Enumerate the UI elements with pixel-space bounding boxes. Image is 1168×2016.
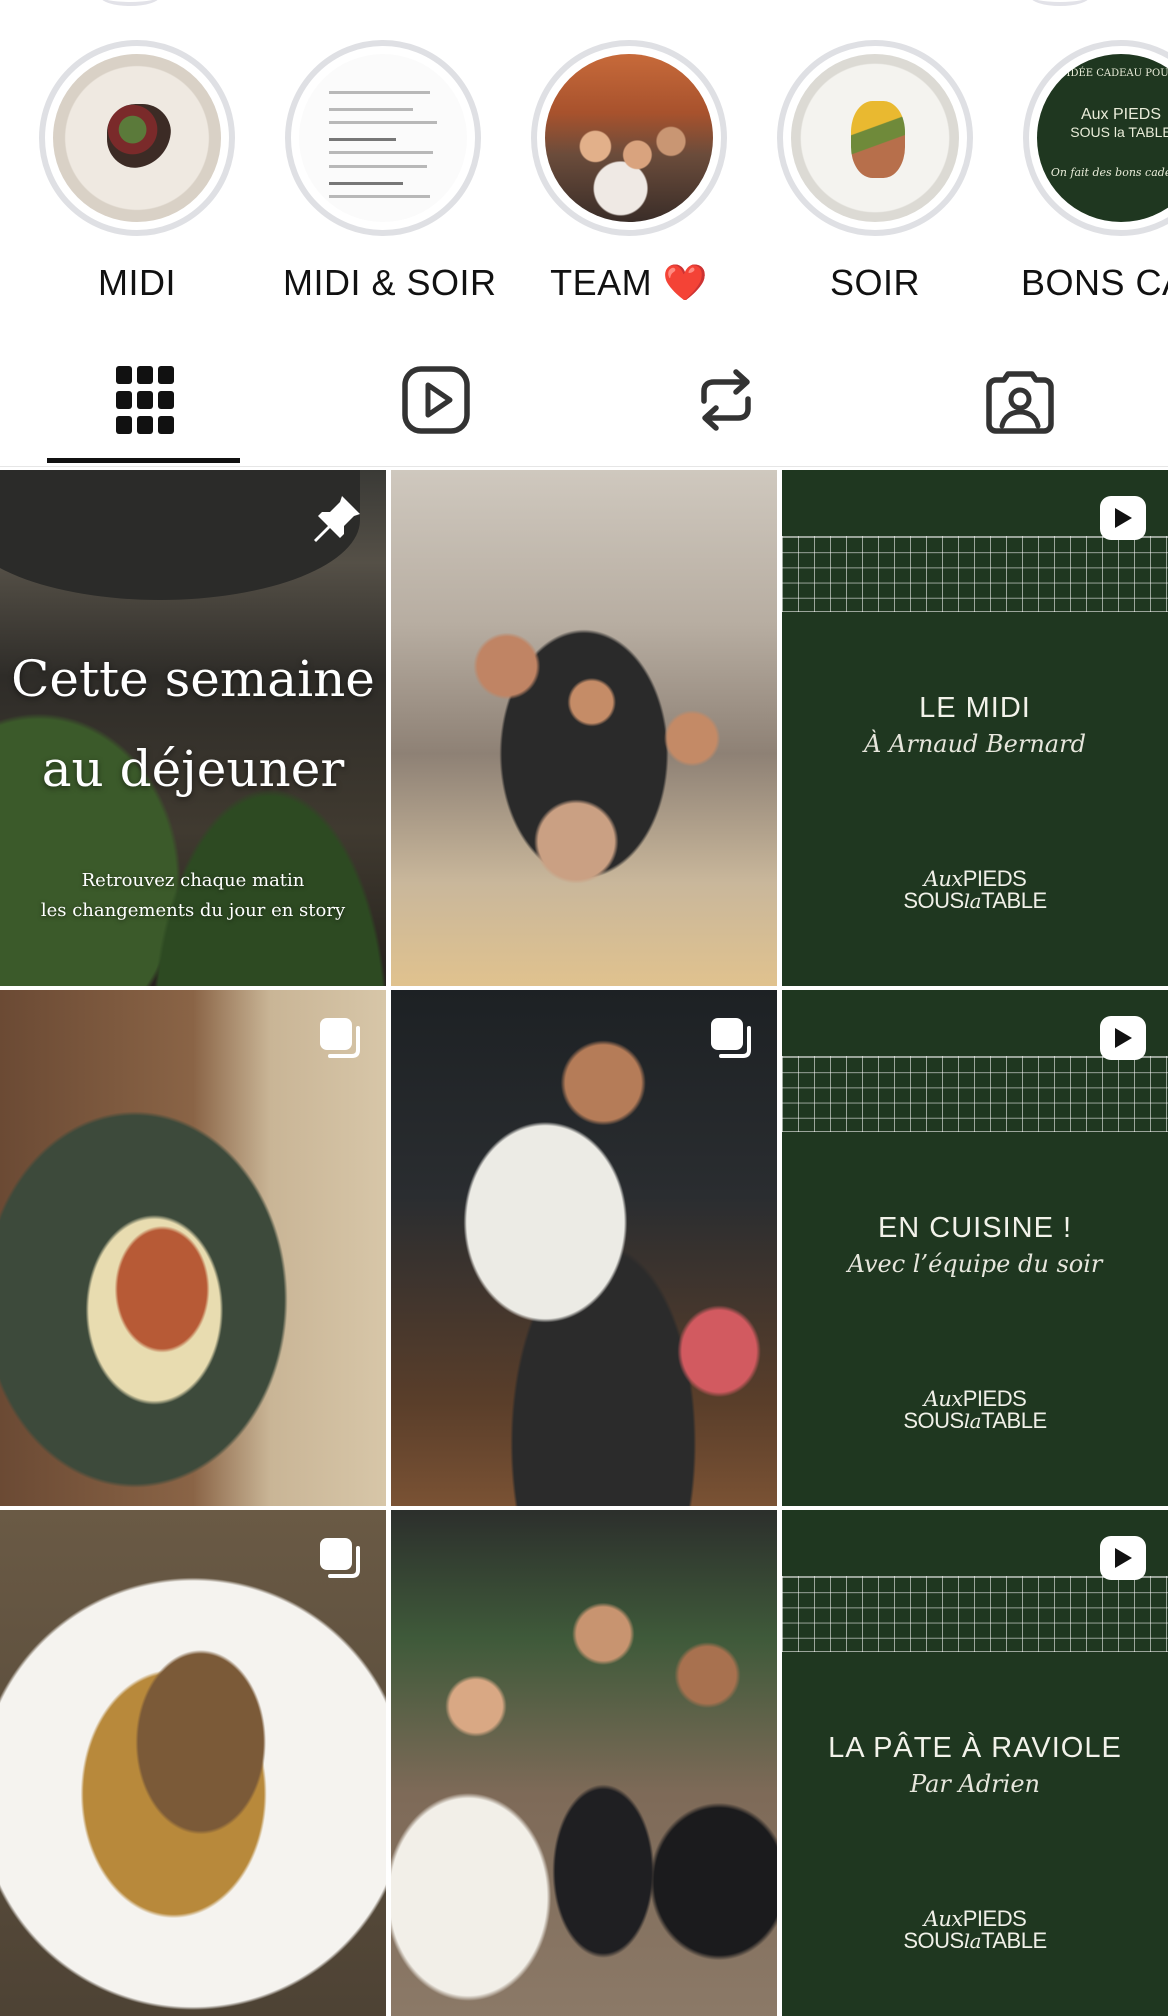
post-subtitle: Avec l’équipe du soir bbox=[847, 1250, 1103, 1278]
highlight-soir[interactable]: SOIR bbox=[775, 40, 975, 300]
post-image bbox=[0, 1510, 386, 2016]
highlight-label: TEAM ❤️ bbox=[550, 262, 708, 300]
post-image bbox=[391, 1510, 777, 2016]
post-tile[interactable]: LE MIDI À Arnaud Bernard AuxPIEDS SOUSla… bbox=[782, 470, 1168, 986]
post-overlay-text: Retrouvez chaque matin bbox=[81, 870, 305, 891]
tab-reposts[interactable] bbox=[686, 360, 766, 440]
highlight-team[interactable]: TEAM ❤️ bbox=[529, 40, 729, 300]
carousel-icon bbox=[320, 1538, 360, 1578]
profile-tabs bbox=[0, 300, 1168, 467]
highlight-midi-soir[interactable]: MIDI & SOIR bbox=[283, 40, 497, 300]
highlight-ring bbox=[531, 40, 727, 236]
highlight-midi[interactable]: MIDI bbox=[37, 40, 237, 300]
highlight-bons-cadeaux[interactable]: S D'IDÉE CADEAU POUR NO Aux PIEDS SOUS l… bbox=[1021, 40, 1168, 300]
post-image bbox=[391, 470, 777, 986]
post-tile[interactable] bbox=[0, 1510, 386, 2016]
post-tile[interactable] bbox=[391, 470, 777, 986]
decorative-grid bbox=[782, 1056, 1168, 1132]
tab-posts[interactable] bbox=[105, 360, 185, 440]
tagged-icon bbox=[986, 371, 1054, 434]
decorative-grid bbox=[782, 1576, 1168, 1652]
reel-icon bbox=[1100, 496, 1146, 540]
gift-bottom-text: On fait des bons cadeaux bbox=[1050, 166, 1168, 179]
reels-icon bbox=[402, 366, 470, 434]
post-tile[interactable]: Cette semaine au déjeuner Retrouvez chaq… bbox=[0, 470, 386, 986]
highlight-ring bbox=[777, 40, 973, 236]
brand-logo: AuxPIEDS SOUSlaTABLE bbox=[903, 866, 1047, 913]
highlight-cover-image bbox=[299, 54, 467, 222]
post-title: LE MIDI bbox=[919, 692, 1031, 724]
brand-logo: AuxPIEDS SOUSlaTABLE bbox=[903, 1906, 1047, 1953]
carousel-icon bbox=[320, 1018, 360, 1058]
post-image bbox=[0, 990, 386, 1506]
grid-icon bbox=[116, 366, 174, 434]
gift-top-text: S D'IDÉE CADEAU POUR NO bbox=[1045, 68, 1168, 79]
carousel-icon bbox=[711, 1018, 751, 1058]
story-highlights: MIDI MIDI & SOIR TEAM ❤️ SOIR S D'IDÉE C… bbox=[0, 0, 1168, 300]
post-tile[interactable] bbox=[391, 990, 777, 1506]
post-tile[interactable] bbox=[0, 990, 386, 1506]
highlight-label: BONS CA bbox=[1021, 262, 1168, 300]
post-overlay-title: Cette semaine bbox=[11, 650, 375, 708]
highlight-cover-image bbox=[791, 54, 959, 222]
highlight-cover-image: S D'IDÉE CADEAU POUR NO Aux PIEDS SOUS l… bbox=[1037, 54, 1168, 222]
reel-icon bbox=[1100, 1016, 1146, 1060]
divider bbox=[0, 466, 1168, 467]
highlight-ring bbox=[285, 40, 481, 236]
post-subtitle: À Arnaud Bernard bbox=[864, 730, 1086, 758]
pin-icon bbox=[314, 496, 360, 542]
highlight-ring: S D'IDÉE CADEAU POUR NO Aux PIEDS SOUS l… bbox=[1023, 40, 1168, 236]
reel-icon bbox=[1100, 1536, 1146, 1580]
post-tile[interactable] bbox=[391, 1510, 777, 2016]
active-tab-indicator bbox=[47, 458, 240, 463]
highlight-cover-image bbox=[53, 54, 221, 222]
gift-logo-line1: Aux PIEDS bbox=[1080, 106, 1162, 123]
post-title: EN CUISINE ! bbox=[877, 1212, 1073, 1244]
highlight-label: MIDI & SOIR bbox=[283, 262, 497, 300]
highlight-cover-image bbox=[545, 54, 713, 222]
post-tile[interactable]: EN CUISINE ! Avec l’équipe du soir AuxPI… bbox=[782, 990, 1168, 1506]
highlight-label: SOIR bbox=[829, 262, 920, 300]
post-tile[interactable]: LA PÂTE À RAVIOLE Par Adrien AuxPIEDS SO… bbox=[782, 1510, 1168, 2016]
posts-grid: Cette semaine au déjeuner Retrouvez chaq… bbox=[0, 470, 1168, 2016]
profile-page: MIDI MIDI & SOIR TEAM ❤️ SOIR S D'IDÉE C… bbox=[0, 0, 1168, 2016]
post-subtitle: Par Adrien bbox=[910, 1770, 1040, 1798]
decorative-grid bbox=[782, 536, 1168, 612]
tab-reels[interactable] bbox=[396, 360, 476, 440]
post-overlay-text: les changements du jour en story bbox=[40, 900, 346, 921]
highlight-label: MIDI bbox=[98, 262, 176, 300]
post-image bbox=[391, 990, 777, 1506]
tab-tagged[interactable] bbox=[980, 360, 1060, 440]
highlight-ring bbox=[39, 40, 235, 236]
post-title: LA PÂTE À RAVIOLE bbox=[828, 1732, 1122, 1764]
reposts-icon bbox=[701, 369, 751, 431]
post-overlay-title: au déjeuner bbox=[41, 740, 345, 798]
brand-logo: AuxPIEDS SOUSlaTABLE bbox=[903, 1386, 1047, 1433]
gift-logo-line2: SOUS la TABLE bbox=[1070, 124, 1168, 140]
